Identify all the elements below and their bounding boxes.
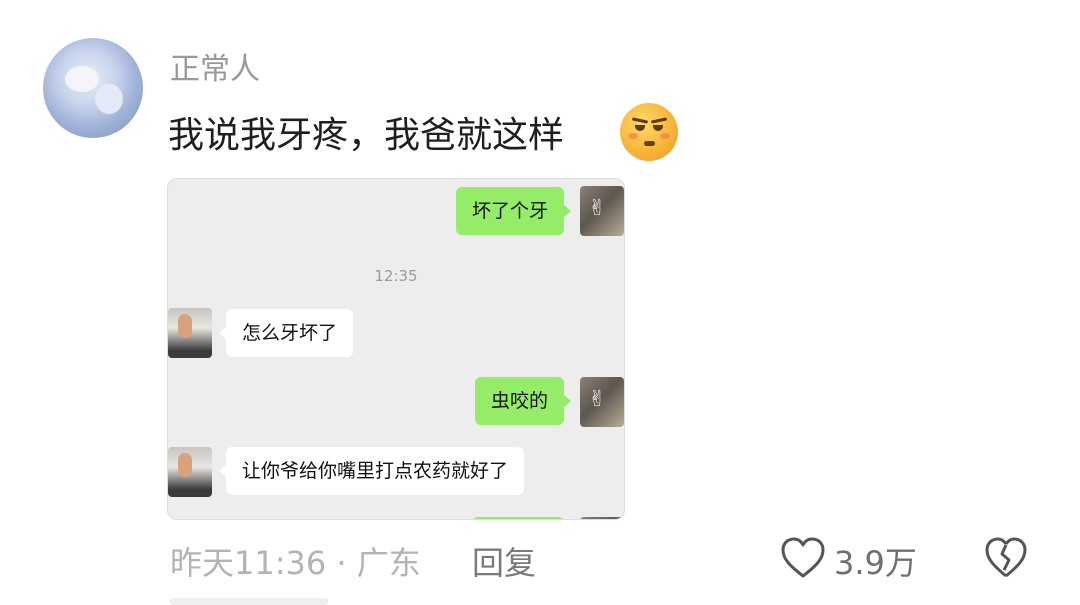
heart-icon[interactable] [780, 536, 826, 580]
emoji-brow [631, 117, 649, 124]
smirk-face-icon [620, 103, 678, 161]
avatar-detail [95, 84, 123, 114]
chat-timestamp: 12:35 [374, 267, 418, 285]
chat-avatar-self [580, 377, 624, 427]
emoji-brow [650, 117, 668, 124]
chat-screenshot-image[interactable]: 坏了个牙 12:35 怎么牙坏了 虫咬的 让你爷给你嘴里打点农药就好了 [167, 178, 625, 520]
chat-avatar-self [580, 517, 624, 519]
reply-button[interactable]: 回复 [472, 538, 536, 584]
comment-username[interactable]: 正常人 [170, 44, 260, 88]
broken-heart-icon[interactable] [984, 536, 1028, 580]
chat-bubble-other: 让你爷给你嘴里打点农药就好了 [218, 447, 525, 495]
chat-bubble-self: 虫咬的 [474, 377, 572, 425]
emoji-eye [653, 125, 663, 131]
avatar-detail [65, 66, 99, 92]
divider [170, 598, 328, 605]
chat-avatar-other [168, 447, 212, 497]
chat-bubble-self: 坏了个牙 [455, 187, 572, 235]
chat-avatar-other [168, 308, 212, 358]
emoji-blush [628, 133, 638, 139]
emoji-blush [660, 133, 670, 139]
like-count: 3.9万 [834, 544, 917, 582]
emoji-mouth [644, 141, 655, 146]
chat-bubble-other: 怎么牙坏了 [218, 309, 354, 357]
comment-time-location: 昨天11:36 · 广东 [170, 544, 421, 582]
chat-avatar-self [580, 186, 624, 236]
chat-bubble-self-cropped [472, 517, 564, 519]
emoji-eye [635, 125, 645, 131]
user-avatar[interactable] [43, 38, 143, 138]
comment-text: 我说我牙疼，我爸就这样 [168, 115, 565, 156]
